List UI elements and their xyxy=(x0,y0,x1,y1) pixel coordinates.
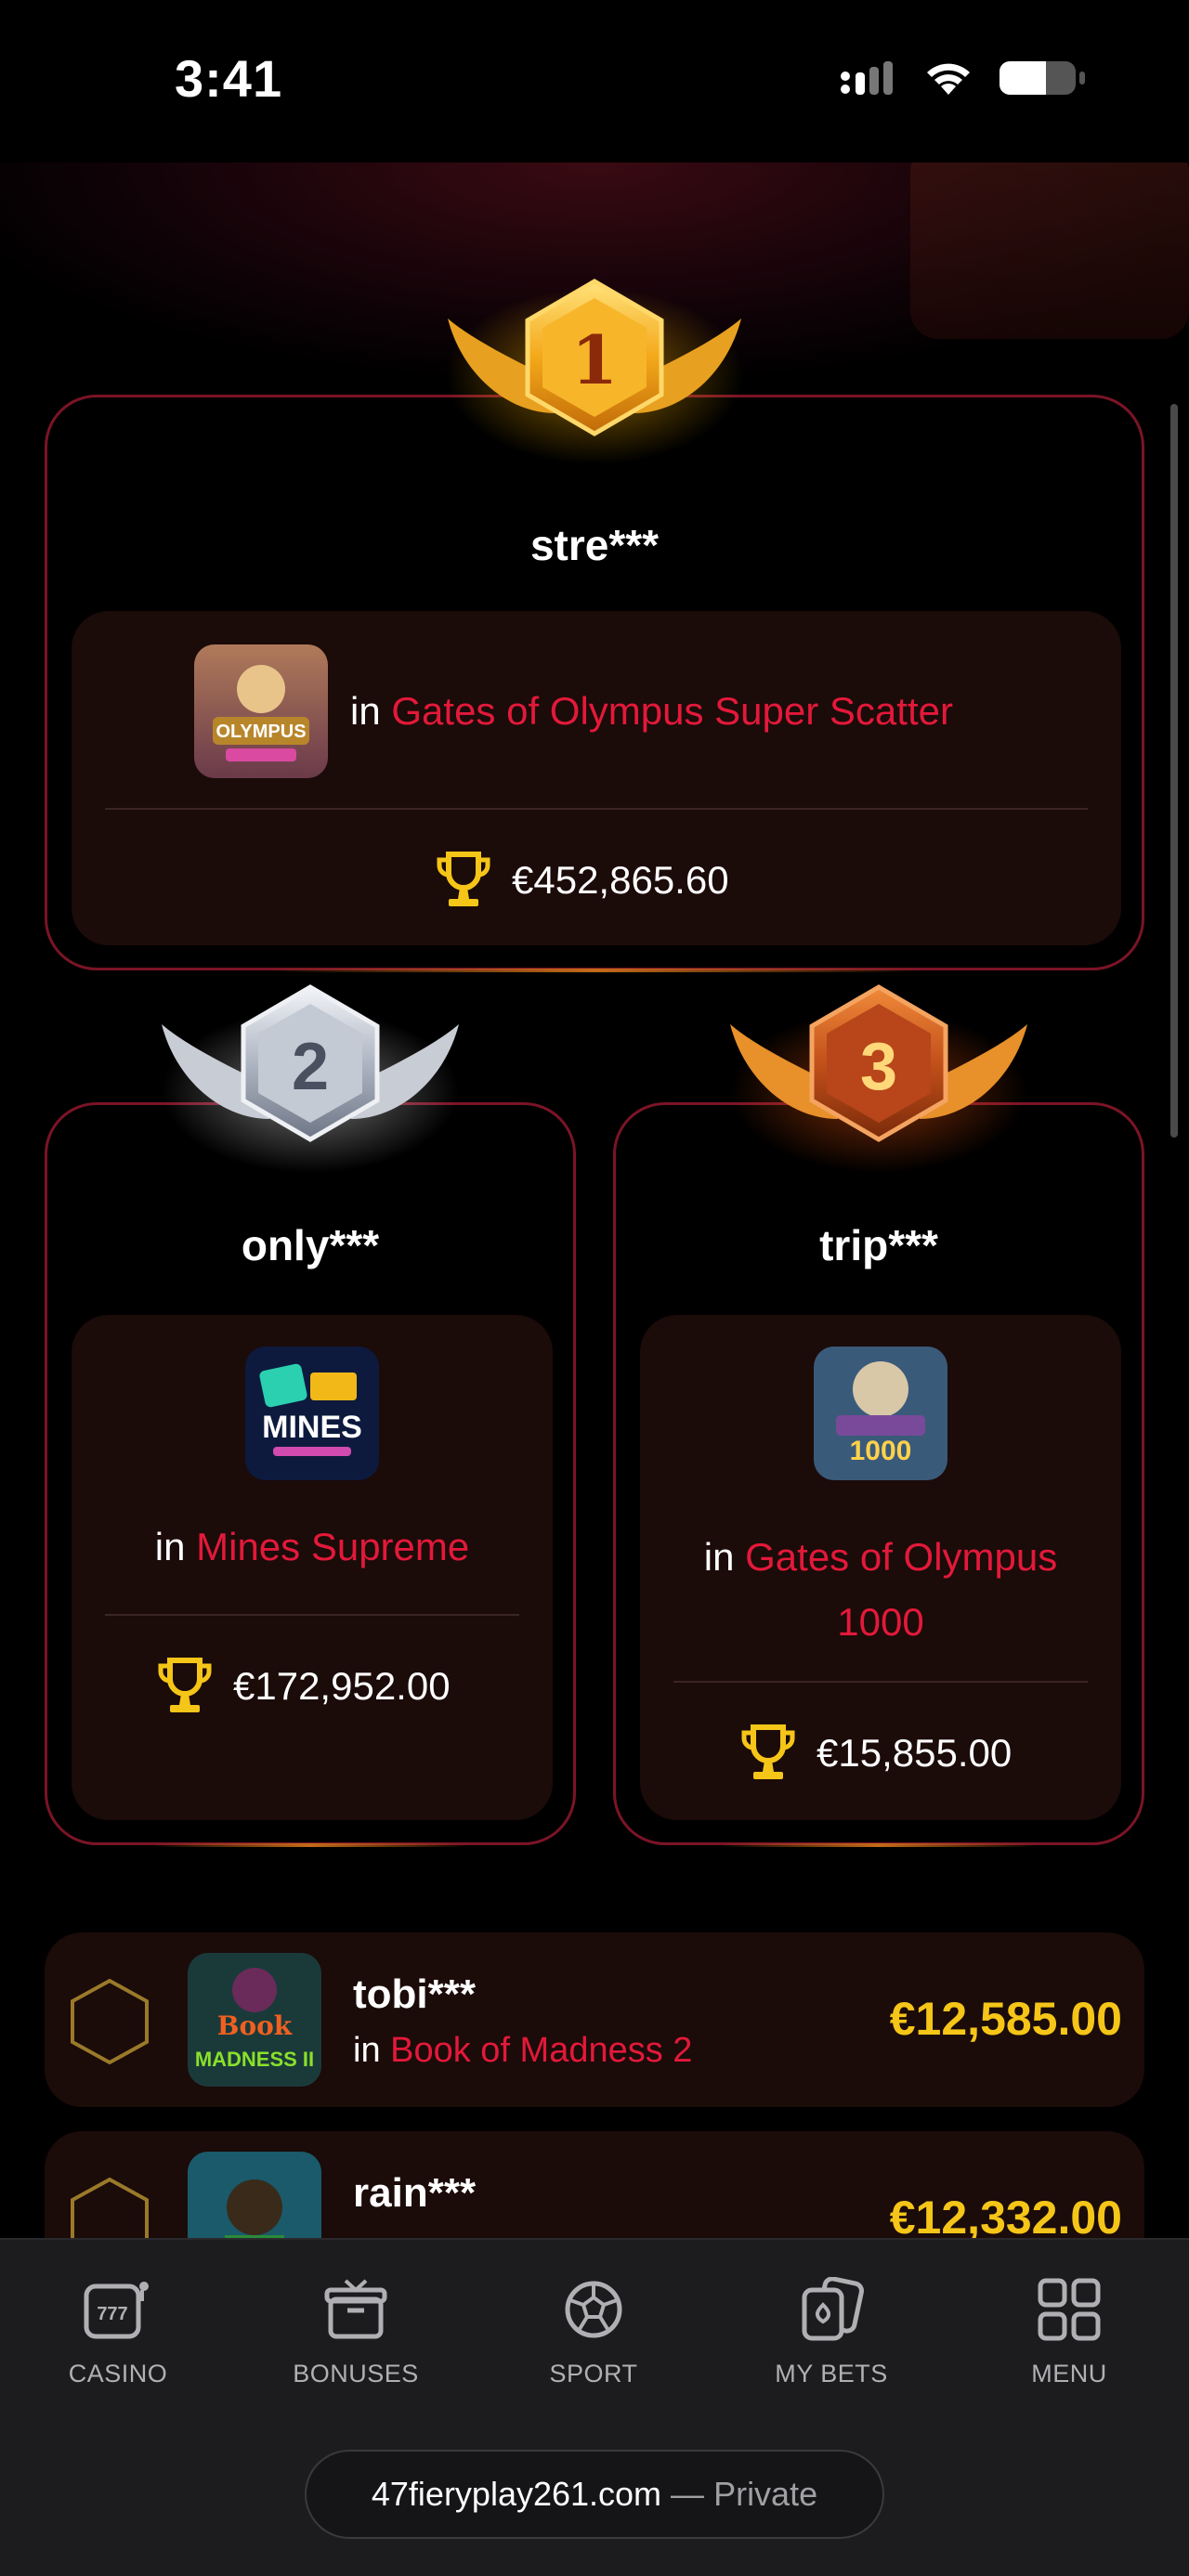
status-bar: 3:41 xyxy=(0,0,1189,163)
prize-amount: €172,952.00 xyxy=(233,1664,451,1708)
winner-info-panel: 1000 in Gates of Olympus 1000 €15,855.00 xyxy=(640,1315,1121,1820)
nav-casino[interactable]: 777 CASINO xyxy=(25,2277,211,2388)
status-time: 3:41 xyxy=(175,49,283,108)
game-thumb-text: OLYMPUS xyxy=(216,722,306,742)
game-thumb-text: 1000 xyxy=(850,1436,912,1466)
game-link-line2[interactable]: 1000 xyxy=(640,1590,1121,1655)
winner-card-second[interactable]: only*** MINES in Mines Supreme €172,952.… xyxy=(45,1102,576,1847)
nav-menu[interactable]: MENU xyxy=(976,2277,1162,2388)
prize-amount-row: €15,855.00 xyxy=(740,1724,1012,1783)
divider xyxy=(105,1614,519,1616)
slot-machine-icon: 777 xyxy=(84,2282,149,2339)
private-mode-label: Private xyxy=(713,2475,818,2513)
prize-amount: €12,585.00 xyxy=(889,1993,1122,2045)
trophy-icon xyxy=(437,852,490,906)
game-thumbnail[interactable]: OLYMPUS xyxy=(194,644,328,778)
cellular-signal-icon xyxy=(841,61,893,95)
winner-username: tobi*** xyxy=(353,1971,476,2017)
winner-card-third[interactable]: trip*** 1000 in Gates of Olympus 1000 €1… xyxy=(613,1102,1144,1847)
game-link[interactable]: Gates of Olympus Super Scatter xyxy=(391,689,953,733)
nav-label: BONUSES xyxy=(293,2360,419,2387)
list-item[interactable]: 5 rain*** €12,332.00 xyxy=(45,2131,1144,2238)
nav-label: SPORT xyxy=(549,2360,638,2387)
medal-rank: 2 xyxy=(292,1030,329,1104)
game-line: in Gates of Olympus Super Scatter xyxy=(350,689,953,734)
game-link[interactable]: Book of Madness 2 xyxy=(390,2031,692,2070)
nav-label: MENU xyxy=(1031,2360,1107,2387)
game-line: in Book of Madness 2 xyxy=(353,2031,692,2071)
in-label: in xyxy=(154,1525,186,1568)
divider xyxy=(105,808,1088,810)
game-thumbnail[interactable] xyxy=(188,2152,321,2238)
prize-amount: €452,865.60 xyxy=(512,858,729,902)
scrollbar[interactable] xyxy=(1170,404,1178,1138)
gold-medal-badge: 1 xyxy=(444,274,745,469)
trophy-icon xyxy=(158,1658,212,1712)
game-thumb-text: MADNESS II xyxy=(195,2048,314,2071)
url-host: 47fieryplay261.com xyxy=(371,2475,662,2513)
game-thumbnail[interactable]: Book MADNESS II xyxy=(188,1953,321,2087)
game-thumb-text: Book xyxy=(217,2010,293,2041)
winner-card-first[interactable]: stre*** OLYMPUS in Gates of Olympus Supe… xyxy=(45,395,1144,972)
browser-url-bar[interactable]: 47fieryplay261.com — Private xyxy=(305,2450,884,2539)
game-thumb-text: MINES xyxy=(262,1410,362,1445)
winner-username: stre*** xyxy=(529,521,660,569)
nav-bonuses[interactable]: BONUSES xyxy=(263,2277,449,2388)
bottom-navigation: 777 CASINO BONUSES SPORT MY BETS MENU 47… xyxy=(0,2238,1189,2576)
in-label: in xyxy=(353,2031,381,2070)
soccer-ball-icon xyxy=(565,2281,622,2338)
prize-amount-row: €172,952.00 xyxy=(157,1657,451,1716)
medal-rank: 1 xyxy=(571,320,618,399)
cards-icon xyxy=(802,2276,864,2341)
winner-username: only*** xyxy=(241,1221,380,1269)
status-icons xyxy=(840,58,1087,98)
winner-username: trip*** xyxy=(819,1221,938,1269)
gift-box-icon xyxy=(324,2279,387,2339)
game-link[interactable]: Gates of Olympus xyxy=(745,1535,1057,1579)
in-label: in xyxy=(703,1535,735,1579)
medal-rank: 3 xyxy=(860,1030,897,1104)
game-link[interactable]: Mines Supreme xyxy=(196,1525,469,1568)
svg-text:777: 777 xyxy=(97,2304,127,2324)
wifi-icon xyxy=(927,63,970,95)
winner-info-panel: OLYMPUS in Gates of Olympus Super Scatte… xyxy=(72,611,1121,945)
winner-username: rain*** xyxy=(353,2170,477,2216)
game-thumbnail[interactable]: 1000 xyxy=(814,1347,947,1480)
bronze-medal-badge: 3 xyxy=(726,980,1031,1175)
nav-my-bets[interactable]: MY BETS xyxy=(738,2276,924,2388)
grid-icon xyxy=(1038,2278,1101,2341)
silver-medal-badge: 2 xyxy=(158,980,463,1175)
nav-label: MY BETS xyxy=(775,2360,888,2387)
url-separator: — xyxy=(661,2475,714,2513)
battery-icon xyxy=(1000,61,1085,95)
trophy-icon xyxy=(741,1724,795,1779)
nav-sport[interactable]: SPORT xyxy=(501,2277,686,2388)
divider xyxy=(673,1681,1088,1683)
rank-badge: 4 xyxy=(65,1977,209,2066)
prize-amount-row: €452,865.60 xyxy=(436,851,729,910)
game-line: in Mines Supreme xyxy=(72,1525,553,1569)
rank-badge: 5 xyxy=(65,2176,209,2238)
leaderboard-page: stre*** OLYMPUS in Gates of Olympus Supe… xyxy=(0,163,1189,2238)
prize-amount: €15,855.00 xyxy=(817,1731,1013,1775)
winner-info-panel: MINES in Mines Supreme €172,952.00 xyxy=(72,1315,553,1820)
prize-amount: €12,332.00 xyxy=(889,2192,1122,2238)
in-label: in xyxy=(350,689,381,733)
banner-edge xyxy=(910,163,1189,339)
game-thumbnail[interactable]: MINES xyxy=(245,1347,379,1480)
nav-label: CASINO xyxy=(68,2360,168,2387)
game-line: in Gates of Olympus 1000 xyxy=(640,1525,1121,1655)
list-item[interactable]: 4 Book MADNESS II tobi*** in Book of Mad… xyxy=(45,1932,1144,2107)
